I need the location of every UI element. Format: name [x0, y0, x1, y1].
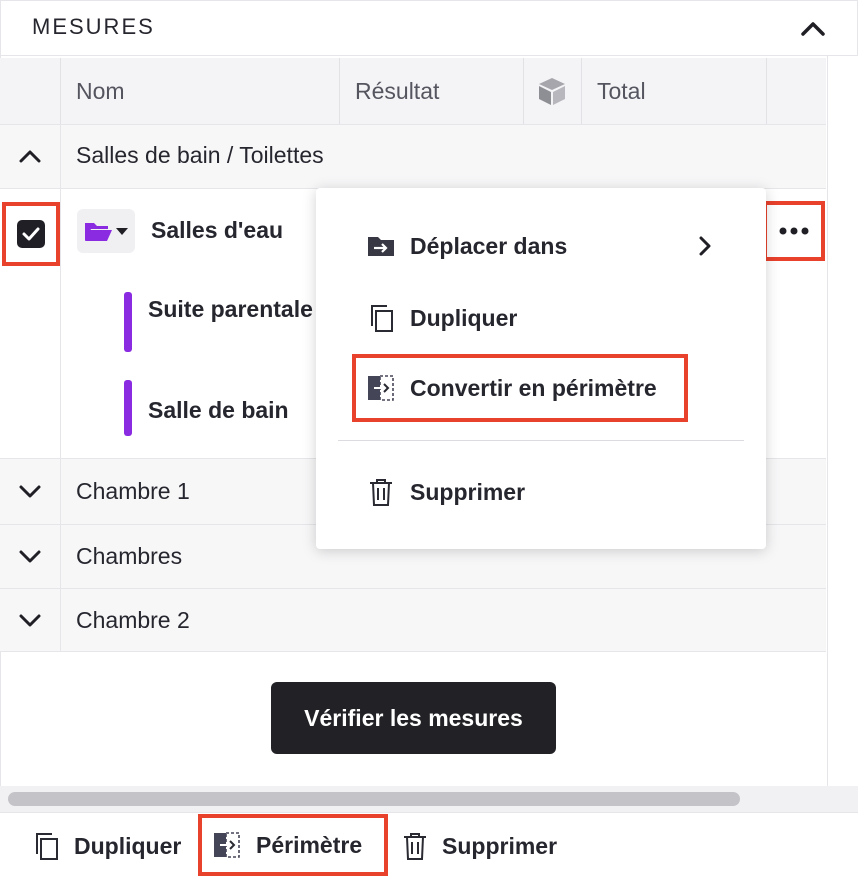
expand-group-button[interactable] — [0, 588, 60, 652]
caret-down-icon — [116, 228, 128, 235]
perimeter-convert-icon — [214, 832, 240, 858]
menu-divider — [338, 440, 744, 441]
collapse-group-button[interactable] — [0, 124, 60, 188]
panel-title: MESURES — [32, 14, 155, 39]
copy-icon — [366, 303, 396, 333]
trash-icon — [366, 477, 396, 507]
column-header-name[interactable]: Nom — [76, 58, 336, 124]
group-label: Chambre 1 — [76, 478, 190, 504]
bottom-duplicate-button[interactable]: Dupliquer — [32, 812, 181, 880]
ellipsis-icon — [779, 227, 809, 235]
bottom-perimeter-button[interactable]: Périmètre — [212, 814, 362, 876]
scrollbar-thumb[interactable] — [8, 792, 740, 806]
chevron-up-icon — [19, 150, 41, 163]
chevron-right-icon — [699, 236, 711, 256]
column-header-result[interactable]: Résultat — [355, 58, 515, 124]
folder-open-icon — [85, 223, 112, 241]
group-label: Salles de bain / Toilettes — [76, 142, 324, 168]
menu-item-move[interactable]: Déplacer dans — [316, 216, 766, 276]
more-options-button[interactable] — [763, 201, 825, 261]
expand-group-button[interactable] — [0, 458, 60, 524]
chevron-down-icon — [19, 550, 41, 563]
copy-icon — [36, 833, 58, 860]
chevron-up-icon — [801, 22, 825, 36]
menu-item-duplicate[interactable]: Dupliquer — [316, 288, 766, 348]
folder-dropdown-button[interactable] — [77, 209, 135, 253]
menu-item-convert-perimeter[interactable]: Convertir en périmètre — [316, 358, 766, 418]
folder-move-icon — [366, 231, 396, 261]
selected-item-label[interactable]: Salles d'eau — [151, 217, 283, 244]
child-indicator — [124, 380, 132, 436]
verify-measures-button[interactable]: Vérifier les mesures — [271, 682, 556, 754]
column-header-total[interactable]: Total — [597, 58, 757, 124]
context-menu: Déplacer dans Dupliquer Convertir en pér… — [316, 188, 766, 549]
trash-icon — [404, 833, 426, 860]
child-indicator — [124, 292, 132, 352]
child-item-label[interactable]: Salle de bain — [148, 397, 289, 424]
cube-icon — [539, 78, 565, 105]
column-header-volume[interactable] — [536, 58, 570, 124]
collapse-panel-button[interactable] — [796, 12, 830, 46]
bottom-delete-button[interactable]: Supprimer — [402, 812, 557, 880]
menu-item-delete[interactable]: Supprimer — [316, 462, 766, 522]
chevron-down-icon — [19, 485, 41, 498]
group-label: Chambres — [76, 543, 183, 569]
item-checkbox[interactable] — [2, 202, 60, 266]
checkbox-checked — [17, 220, 45, 248]
group-label: Chambre 2 — [76, 607, 190, 633]
expand-group-button[interactable] — [0, 524, 60, 588]
perimeter-convert-icon — [366, 373, 396, 403]
chevron-down-icon — [19, 614, 41, 627]
child-item-label[interactable]: Suite parentale — [148, 296, 313, 323]
check-icon — [22, 227, 40, 241]
